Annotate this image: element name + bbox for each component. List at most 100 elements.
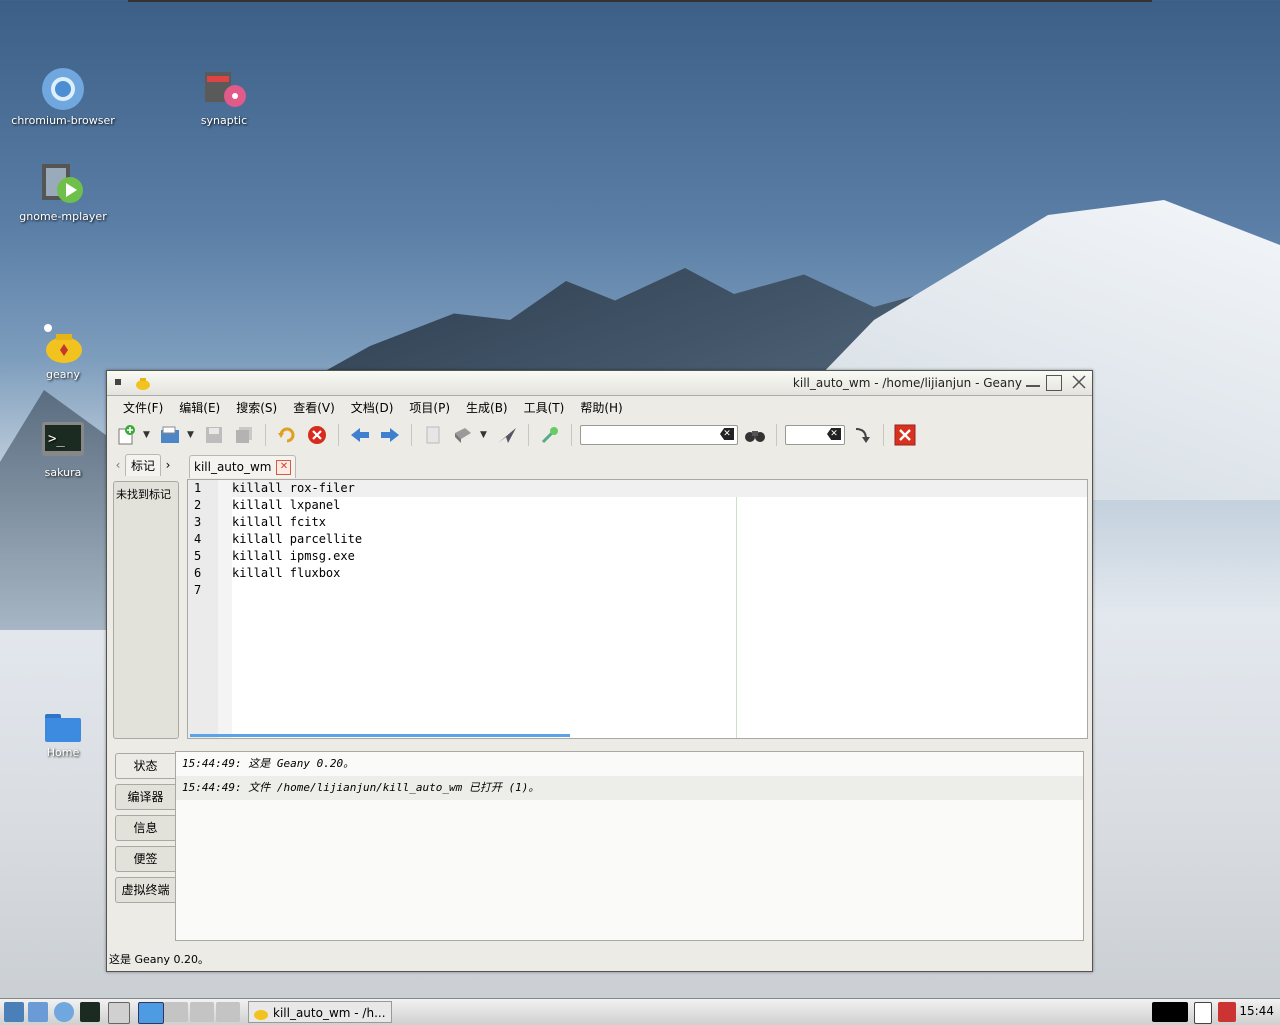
- quit-button[interactable]: [892, 422, 918, 448]
- menu-document[interactable]: 文档(D): [343, 399, 402, 416]
- workspace-2[interactable]: [164, 1002, 188, 1022]
- menu-file[interactable]: 文件(F): [115, 399, 171, 416]
- open-file-dropdown[interactable]: ▼: [187, 430, 197, 440]
- code-line: killall ipmsg.exe: [232, 549, 355, 563]
- compile-button[interactable]: [420, 422, 446, 448]
- desktop-icon-label: Home: [46, 746, 80, 759]
- menu-search[interactable]: 搜索(S): [228, 399, 285, 416]
- line-number: 3: [194, 515, 202, 529]
- log-line: 15:44:49: 这是 Geany 0.20。: [182, 757, 355, 770]
- log-line: 15:44:49: 文件 /home/lijianjun/kill_auto_w…: [176, 776, 1083, 800]
- file-manager-icon[interactable]: [28, 1002, 48, 1022]
- desktop-icon-sakura[interactable]: >_ sakura: [8, 418, 118, 479]
- close-file-icon: [308, 426, 326, 444]
- desktop-icon-home[interactable]: Home: [8, 710, 118, 759]
- new-file-button[interactable]: [113, 422, 139, 448]
- sidebar: ‹ 标记 › 未找到标记: [111, 453, 181, 741]
- workspace-3[interactable]: [190, 1002, 214, 1022]
- tab-document[interactable]: kill_auto_wm ✕: [189, 455, 297, 478]
- build-button[interactable]: [450, 422, 476, 448]
- arrow-right-icon: [381, 428, 399, 442]
- input-method-icon[interactable]: [1218, 1002, 1236, 1022]
- binoculars-icon: [745, 431, 765, 442]
- taskbar-window-geany[interactable]: kill_auto_wm - /h...: [248, 1001, 392, 1023]
- revert-icon: [278, 427, 295, 443]
- execute-button[interactable]: [494, 422, 520, 448]
- minimize-button[interactable]: [1026, 385, 1040, 387]
- code-editor[interactable]: 1 2 3 4 5 6 7 killall rox-filer killall …: [187, 479, 1088, 739]
- jump-to-icon: [855, 428, 870, 443]
- close-window-button[interactable]: [1072, 375, 1086, 389]
- mplayer-icon: [40, 162, 86, 208]
- window-switcher-icon[interactable]: [108, 1002, 130, 1024]
- clear-search-icon[interactable]: ✕: [720, 428, 734, 440]
- menu-view[interactable]: 查看(V): [285, 399, 343, 416]
- fold-margin: [218, 480, 232, 738]
- revert-button[interactable]: [274, 422, 300, 448]
- tab-compiler[interactable]: 编译器: [115, 784, 175, 810]
- status-bar: 这是 Geany 0.20。: [109, 953, 209, 966]
- tab-symbols[interactable]: 标记: [125, 454, 162, 476]
- save-icon: [206, 427, 222, 443]
- geany-task-icon: [253, 1005, 269, 1021]
- search-input[interactable]: ✕: [580, 425, 738, 445]
- workspace-4[interactable]: [216, 1002, 240, 1022]
- new-file-dropdown[interactable]: ▼: [143, 430, 153, 440]
- menu-help[interactable]: 帮助(H): [572, 399, 630, 416]
- save-all-button[interactable]: [231, 422, 257, 448]
- terminal-launcher-icon[interactable]: [80, 1002, 100, 1022]
- build-dropdown[interactable]: ▼: [480, 430, 490, 440]
- svg-text:>_: >_: [48, 431, 65, 447]
- clear-goto-icon[interactable]: ✕: [827, 428, 841, 440]
- sidebar-tab-next-icon[interactable]: ›: [161, 458, 175, 472]
- window-titlebar[interactable]: kill_auto_wm - /home/lijianjun - Geany: [107, 371, 1092, 396]
- sidebar-tab-prev-icon[interactable]: ‹: [111, 458, 125, 472]
- navigate-back-button[interactable]: [347, 422, 373, 448]
- menu-edit[interactable]: 编辑(E): [171, 399, 228, 416]
- symbols-panel: 未找到标记: [113, 481, 179, 739]
- clock[interactable]: 15:44: [1239, 1004, 1274, 1018]
- goto-line-button[interactable]: [849, 422, 875, 448]
- navigate-forward-button[interactable]: [377, 422, 403, 448]
- show-desktop-icon[interactable]: [4, 1002, 24, 1022]
- close-tab-icon[interactable]: ✕: [276, 460, 292, 475]
- quit-icon: [894, 424, 916, 446]
- clipboard-icon[interactable]: [1194, 1002, 1212, 1024]
- menu-project[interactable]: 项目(P): [401, 399, 458, 416]
- message-tabs: 状态 编译器 信息 便签 虚拟终端: [115, 753, 175, 908]
- tab-messages[interactable]: 信息: [115, 815, 175, 841]
- code-line: killall fcitx: [232, 515, 326, 529]
- menu-tools[interactable]: 工具(T): [516, 399, 573, 416]
- close-file-button[interactable]: [304, 422, 330, 448]
- desktop-icon-synaptic[interactable]: synaptic: [169, 66, 279, 127]
- geany-window: kill_auto_wm - /home/lijianjun - Geany 文…: [106, 370, 1093, 972]
- line-number: 4: [194, 532, 202, 546]
- desktop-icon-gnome-mplayer[interactable]: gnome-mplayer: [8, 162, 118, 223]
- code-line: killall rox-filer: [232, 480, 1087, 497]
- save-button[interactable]: [201, 422, 227, 448]
- status-log[interactable]: 15:44:49: 这是 Geany 0.20。 15:44:49: 文件 /h…: [175, 751, 1084, 941]
- goto-line-input[interactable]: ✕: [785, 425, 845, 445]
- save-all-icon: [236, 427, 252, 443]
- build-icon: [455, 428, 471, 443]
- window-menu-icon[interactable]: [115, 379, 121, 385]
- maximize-button[interactable]: [1046, 375, 1062, 391]
- desktop-icon-chromium[interactable]: chromium-browser: [8, 66, 118, 127]
- desktop-icon-label: gnome-mplayer: [19, 210, 107, 223]
- horizontal-scrollbar[interactable]: [190, 734, 570, 737]
- document-tab-label: kill_auto_wm: [194, 460, 272, 474]
- tab-scribble[interactable]: 便签: [115, 846, 175, 872]
- taskbar-window-label: kill_auto_wm - /h...: [273, 1006, 386, 1020]
- tab-status[interactable]: 状态: [115, 753, 175, 779]
- tab-terminal[interactable]: 虚拟终端: [115, 877, 175, 903]
- find-button[interactable]: [742, 422, 768, 448]
- desktop-icon-geany[interactable]: geany: [8, 320, 118, 381]
- workspace-1[interactable]: [138, 1002, 164, 1024]
- code-line: killall parcellite: [232, 532, 363, 546]
- menu-build[interactable]: 生成(B): [458, 399, 516, 416]
- color-chooser-button[interactable]: [537, 422, 563, 448]
- open-file-button[interactable]: [157, 422, 183, 448]
- code-line: killall fluxbox: [232, 566, 341, 580]
- browser-icon[interactable]: [54, 1002, 74, 1022]
